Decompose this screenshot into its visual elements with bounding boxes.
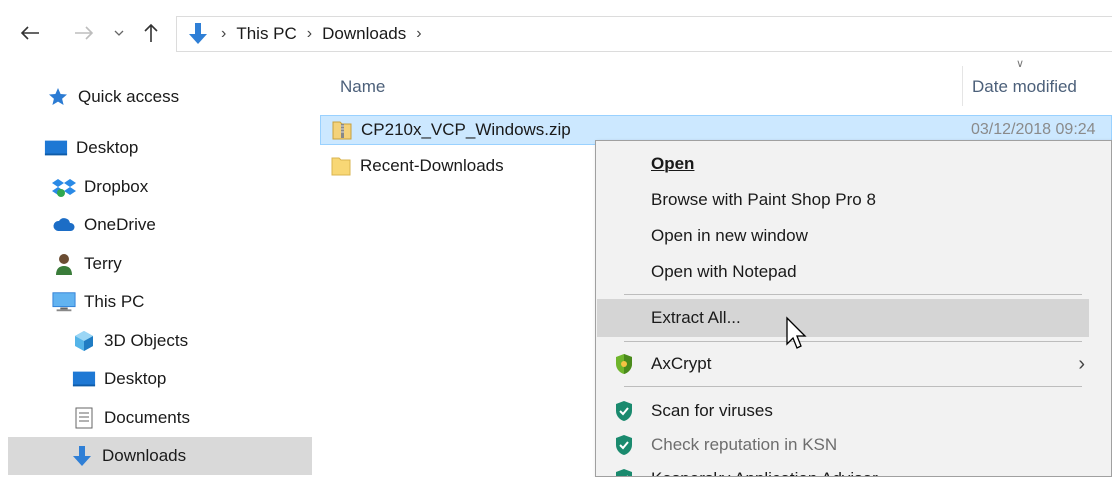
menu-item-browse-paint-shop[interactable]: Browse with Paint Shop Pro 8 — [597, 182, 1089, 218]
desktop-icon — [72, 368, 96, 390]
sidebar-item-label: Dropbox — [84, 177, 149, 196]
folder-icon — [331, 157, 351, 176]
breadcrumb-item-downloads[interactable]: Downloads — [322, 24, 406, 44]
computer-icon — [52, 291, 76, 313]
breadcrumb-separator[interactable]: › — [416, 25, 421, 43]
sidebar-item-dropbox[interactable]: Dropbox — [52, 168, 312, 206]
up-button[interactable] — [137, 19, 165, 47]
download-icon — [70, 445, 94, 467]
menu-separator — [624, 386, 1082, 387]
menu-item-check-reputation[interactable]: Check reputation in KSN — [597, 427, 1089, 463]
menu-item-label: Kaspersky Application Advisor — [651, 469, 878, 476]
sidebar-item-label: Desktop — [76, 138, 139, 157]
axcrypt-shield-icon — [616, 354, 632, 374]
menu-item-label: Open in new window — [651, 226, 808, 245]
star-icon — [46, 86, 70, 108]
arrow-left-icon — [20, 26, 39, 40]
menu-item-label: Open with Notepad — [651, 262, 797, 281]
desktop-icon — [44, 137, 68, 159]
breadcrumb[interactable]: › This PC › Downloads › — [176, 16, 1112, 52]
breadcrumb-item-this-pc[interactable]: This PC — [236, 24, 296, 44]
column-header-date-modified[interactable]: Date modified — [972, 66, 1077, 108]
column-header-name[interactable]: Name — [340, 66, 385, 108]
file-name: CP210x_VCP_Windows.zip — [361, 120, 571, 139]
column-divider[interactable] — [962, 66, 963, 106]
document-icon — [72, 407, 96, 429]
menu-item-open-new-window[interactable]: Open in new window — [597, 218, 1089, 254]
recent-locations-button[interactable] — [105, 19, 133, 47]
sidebar-item-label: Desktop — [104, 369, 167, 388]
dropbox-icon — [52, 176, 76, 198]
menu-item-label: Check reputation in KSN — [651, 435, 838, 454]
file-date: 03/12/2018 09:24 — [971, 121, 1096, 138]
sidebar-item-label: Quick access — [78, 87, 180, 106]
sidebar-item-desktop-2[interactable]: Desktop — [72, 360, 312, 398]
menu-item-axcrypt[interactable]: AxCrypt › — [597, 346, 1089, 382]
kaspersky-shield-icon — [616, 469, 632, 476]
breadcrumb-separator: › — [306, 25, 313, 42]
chevron-right-icon: › — [1078, 352, 1085, 375]
menu-item-label: AxCrypt — [651, 354, 712, 373]
sidebar-item-label: Documents — [104, 408, 190, 427]
menu-item-open[interactable]: Open — [597, 146, 1089, 182]
menu-item-label: Open — [651, 154, 695, 173]
arrow-up-icon — [144, 23, 158, 42]
zip-folder-icon — [332, 121, 352, 140]
mouse-cursor-icon — [786, 316, 807, 349]
sidebar-item-onedrive[interactable]: OneDrive — [52, 206, 312, 244]
menu-separator — [624, 294, 1082, 295]
sidebar-item-this-pc[interactable]: This PC — [52, 283, 312, 321]
chevron-down-icon — [114, 30, 124, 36]
back-button[interactable] — [16, 19, 44, 47]
sidebar-item-label: Downloads — [102, 446, 187, 465]
menu-item-label: Scan for viruses — [651, 401, 773, 420]
download-icon — [189, 23, 207, 44]
sidebar-item-label: 3D Objects — [104, 331, 189, 350]
onedrive-icon — [52, 214, 76, 236]
menu-item-label: Extract All... — [651, 308, 741, 327]
breadcrumb-separator: › — [221, 25, 227, 42]
sidebar-item-terry[interactable]: Terry — [52, 245, 312, 283]
user-icon — [52, 253, 76, 275]
menu-separator — [624, 341, 1082, 342]
menu-item-extract-all[interactable]: Extract All... — [597, 299, 1089, 337]
sidebar-item-label: OneDrive — [84, 215, 156, 234]
sidebar-item-downloads[interactable]: Downloads — [8, 437, 312, 475]
sidebar-item-documents[interactable]: Documents — [72, 399, 312, 437]
menu-item-label: Browse with Paint Shop Pro 8 — [651, 190, 876, 209]
sidebar-item-label: This PC — [84, 292, 145, 311]
navigation-pane: Quick access Desktop Dropbox OneDrive Te… — [0, 66, 312, 477]
sidebar-item-quick-access[interactable]: Quick access — [48, 78, 312, 116]
menu-item-open-with-notepad[interactable]: Open with Notepad — [597, 254, 1089, 290]
menu-item-kaspersky-advisor[interactable]: Kaspersky Application Advisor — [597, 461, 1089, 476]
forward-button[interactable] — [70, 19, 98, 47]
kaspersky-shield-icon — [616, 435, 632, 455]
kaspersky-shield-icon — [616, 401, 632, 421]
sidebar-item-3d-objects[interactable]: 3D Objects — [72, 322, 312, 360]
context-menu: Open Browse with Paint Shop Pro 8 Open i… — [595, 140, 1112, 477]
file-name: Recent-Downloads — [360, 156, 504, 175]
sidebar-item-desktop[interactable]: Desktop — [44, 129, 312, 167]
arrow-right-icon — [75, 26, 94, 40]
menu-item-scan-viruses[interactable]: Scan for viruses — [597, 393, 1089, 429]
cube-icon — [72, 330, 96, 352]
sidebar-item-label: Terry — [84, 254, 122, 273]
address-bar: › This PC › Downloads › — [0, 0, 1112, 66]
